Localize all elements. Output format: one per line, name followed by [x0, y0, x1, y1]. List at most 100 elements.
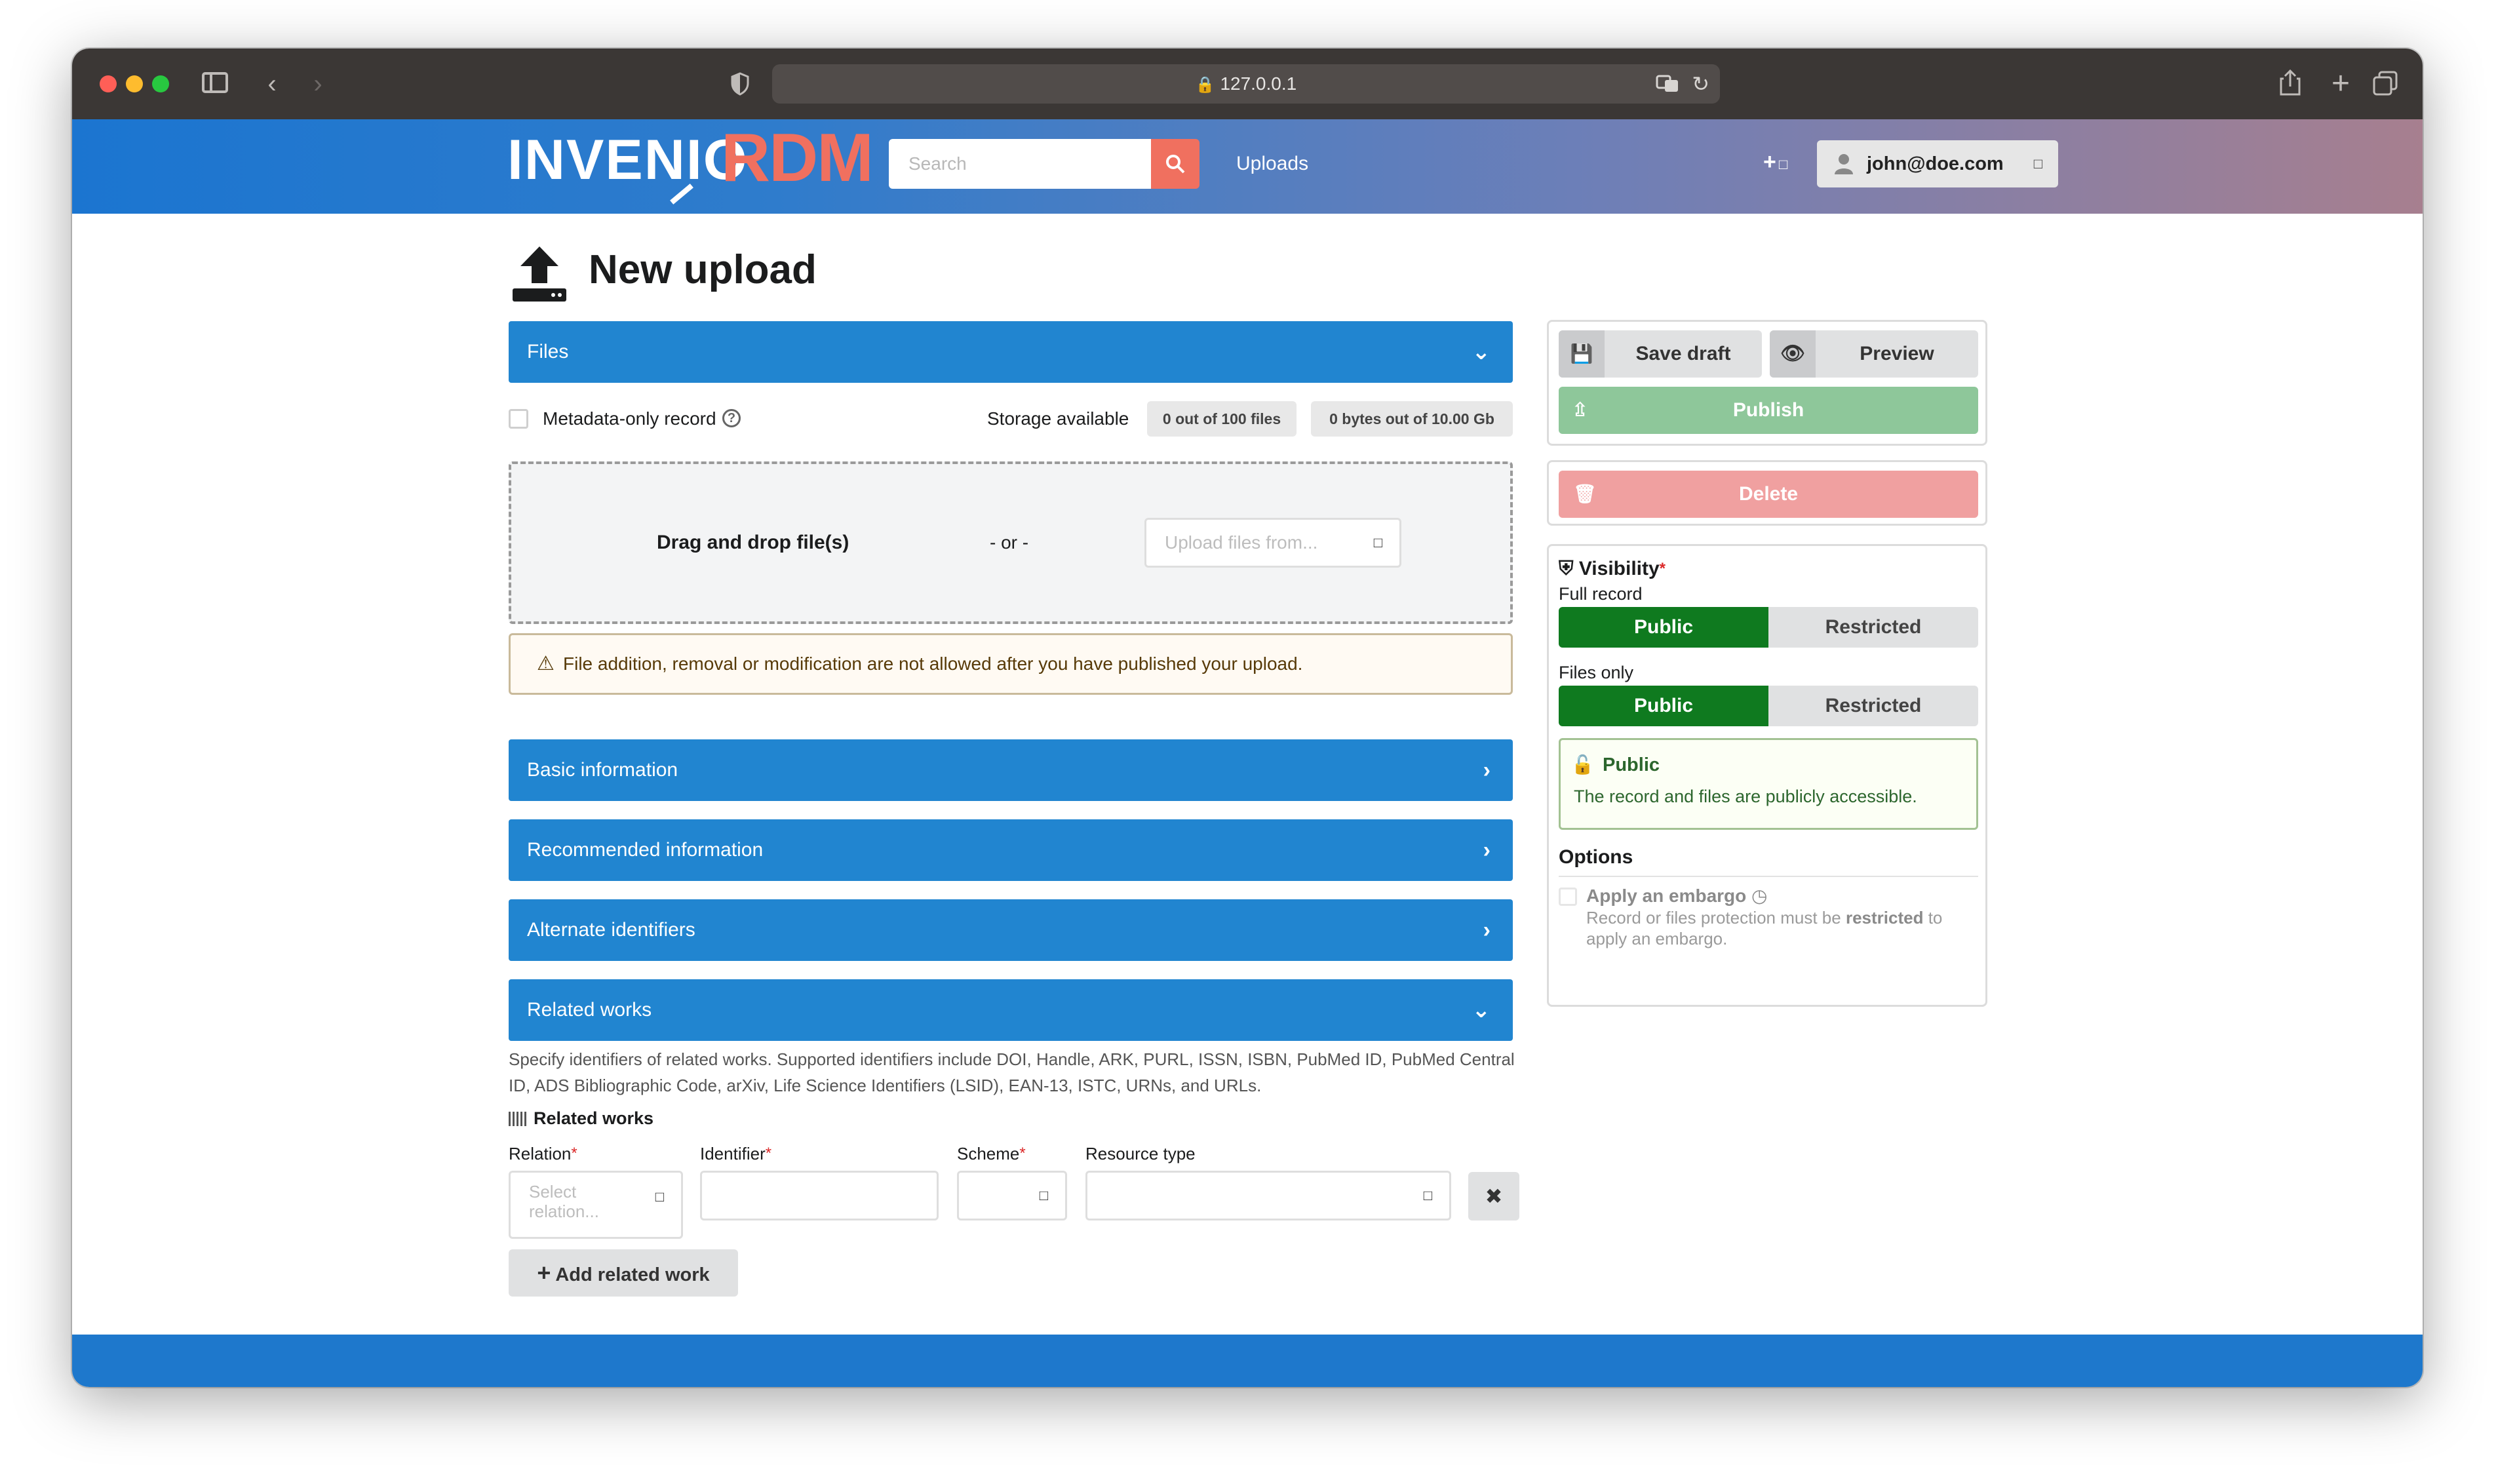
file-dropzone[interactable]: Drag and drop file(s) - or - Upload file… — [509, 461, 1513, 624]
relation-label: Relation* — [509, 1144, 577, 1163]
shield-icon[interactable] — [730, 72, 750, 96]
recommended-information-title: Recommended information — [527, 839, 764, 861]
page-title: New upload — [589, 247, 817, 292]
plus-menu[interactable]: + □ — [1763, 149, 1787, 175]
files-accordion-title: Files — [527, 341, 569, 362]
identifier-label: Identifier* — [700, 1144, 772, 1163]
upload-files-from-placeholder: Upload files from... — [1165, 532, 1318, 553]
visibility-info-message: 🔓 Public The record and files are public… — [1559, 738, 1978, 830]
shield-icon: ⛨ — [1559, 558, 1574, 579]
delete-label: Delete — [1738, 483, 1799, 505]
minimize-window-button[interactable] — [126, 75, 143, 92]
publish-warning-message: ⚠ File addition, removal or modification… — [509, 633, 1513, 695]
close-window-button[interactable] — [100, 75, 117, 92]
resource-type-select[interactable]: □ — [1085, 1171, 1451, 1220]
identifier-input[interactable] — [700, 1171, 939, 1220]
unlock-icon: 🔓 — [1571, 754, 1594, 775]
files-only-label: Files only — [1559, 663, 1634, 682]
visibility-info-title: Public — [1603, 754, 1660, 775]
warning-icon: ⚠ — [537, 653, 555, 674]
share-icon[interactable] — [2278, 68, 2302, 97]
barcode-icon — [509, 1112, 528, 1126]
metadata-only-label: Metadata-only record — [543, 408, 716, 429]
back-icon[interactable]: ‹ — [256, 71, 288, 97]
files-only-restricted-button[interactable]: Restricted — [1768, 686, 1978, 726]
chevron-down-icon: ⌄ — [1472, 998, 1491, 1023]
plus-icon: + — [537, 1259, 551, 1286]
embargo-label: Apply an embargo ◷ — [1586, 886, 1768, 906]
user-icon — [1835, 154, 1853, 174]
address-bar[interactable]: 🔒 127.0.0.1 ↻ — [772, 64, 1720, 104]
search-input[interactable] — [889, 139, 1151, 189]
save-draft-button[interactable]: 💾 Save draft — [1559, 330, 1762, 378]
options-title: Options — [1559, 846, 1633, 868]
tab-overview-icon[interactable] — [2373, 71, 2398, 96]
warning-text: File addition, removal or modification a… — [563, 654, 1303, 674]
add-related-work-label: Add related work — [555, 1264, 710, 1285]
search-button[interactable] — [1151, 139, 1199, 189]
visibility-title: ⛨ Visibility* — [1559, 558, 1666, 579]
chevron-down-icon: ⌄ — [1472, 340, 1491, 364]
save-draft-label: Save draft — [1635, 343, 1731, 364]
dropdown-icon: □ — [1423, 1187, 1432, 1203]
recommended-information-accordion[interactable]: Recommended information › — [509, 819, 1513, 881]
dropdown-icon: □ — [1778, 156, 1788, 172]
uploads-link[interactable]: Uploads — [1236, 148, 1308, 180]
clock-icon: ◷ — [1751, 886, 1768, 906]
dropdown-icon: □ — [2033, 155, 2042, 172]
preview-button[interactable]: 👁 Preview — [1770, 330, 1978, 378]
lock-icon: 🔒 — [1195, 76, 1215, 94]
sidebar-toggle-icon[interactable] — [202, 72, 228, 93]
scheme-select[interactable]: □ — [957, 1171, 1067, 1220]
publish-button[interactable]: ⇫ Publish — [1559, 387, 1978, 434]
alternate-identifiers-accordion[interactable]: Alternate identifiers › — [509, 899, 1513, 961]
or-label: - or - — [990, 532, 1029, 553]
user-menu[interactable]: john@doe.com □ — [1817, 140, 2058, 187]
related-works-title: Related works — [527, 999, 652, 1021]
forward-icon[interactable]: › — [302, 71, 334, 97]
dropdown-icon: □ — [1039, 1187, 1048, 1203]
delete-button[interactable]: 🗑 Delete — [1559, 471, 1978, 518]
dropdown-icon: □ — [1373, 534, 1382, 551]
help-icon[interactable]: ? — [722, 409, 741, 427]
chevron-right-icon: › — [1483, 758, 1491, 783]
files-only-public-button[interactable]: Public — [1559, 686, 1768, 726]
embargo-checkbox[interactable] — [1559, 888, 1577, 906]
relation-placeholder: Select relation... — [529, 1182, 599, 1221]
upload-files-from-dropdown[interactable]: Upload files from... □ — [1144, 518, 1401, 568]
embargo-help-text: Record or files protection must be restr… — [1586, 908, 1943, 948]
files-count-label: 0 out of 100 files — [1147, 401, 1297, 437]
full-record-restricted-button[interactable]: Restricted — [1768, 607, 1978, 648]
related-works-accordion[interactable]: Related works ⌄ — [509, 979, 1513, 1041]
metadata-only-checkbox[interactable] — [509, 409, 528, 429]
alternate-identifiers-title: Alternate identifiers — [527, 919, 695, 941]
scheme-label: Scheme* — [957, 1144, 1026, 1163]
related-works-subheader: Related works — [534, 1108, 654, 1128]
drag-drop-label: Drag and drop file(s) — [657, 532, 849, 553]
relation-select[interactable]: Select relation... □ — [509, 1171, 683, 1239]
bytes-count-label: 0 bytes out of 10.00 Gb — [1311, 401, 1513, 437]
visibility-info-text: The record and files are publicly access… — [1574, 787, 1917, 806]
remove-related-work-button[interactable]: ✖ — [1468, 1172, 1519, 1220]
search-icon — [1166, 155, 1185, 174]
files-accordion[interactable]: Files ⌄ — [509, 321, 1513, 383]
add-related-work-button[interactable]: + Add related work — [509, 1249, 738, 1297]
logo-rdm[interactable]: RDM — [721, 122, 874, 194]
upload-icon — [513, 246, 566, 302]
basic-information-title: Basic information — [527, 759, 678, 781]
basic-information-accordion[interactable]: Basic information › — [509, 739, 1513, 801]
publish-label: Publish — [1732, 399, 1804, 421]
zoom-window-button[interactable] — [152, 75, 169, 92]
full-record-public-button[interactable]: Public — [1559, 607, 1768, 648]
close-icon: ✖ — [1485, 1184, 1503, 1208]
preview-label: Preview — [1860, 343, 1934, 364]
eye-icon: 👁 — [1770, 330, 1816, 378]
new-tab-icon[interactable]: + — [2324, 68, 2357, 100]
plus-icon: + — [1763, 149, 1776, 174]
logo-invenio[interactable]: INVENIO — [507, 127, 749, 193]
translate-icon[interactable] — [1656, 73, 1679, 94]
options-divider — [1559, 876, 1978, 877]
save-icon: 💾 — [1559, 330, 1605, 378]
url-text: 🔒 127.0.0.1 — [772, 64, 1720, 104]
reload-icon[interactable]: ↻ — [1692, 71, 1709, 97]
